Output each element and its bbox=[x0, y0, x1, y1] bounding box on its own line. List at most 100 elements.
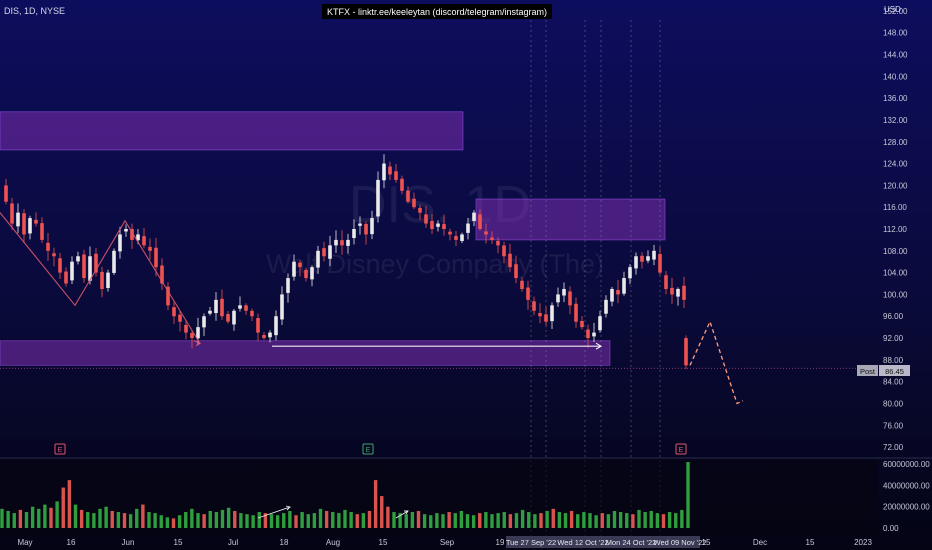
candle-body[interactable] bbox=[562, 288, 566, 296]
candle-body[interactable] bbox=[628, 267, 632, 279]
candle-body[interactable] bbox=[226, 314, 230, 322]
candle-body[interactable] bbox=[172, 307, 176, 317]
candle-body[interactable] bbox=[244, 305, 248, 311]
candle-body[interactable] bbox=[424, 214, 428, 224]
candle-body[interactable] bbox=[502, 245, 506, 257]
candle-body[interactable] bbox=[418, 207, 422, 213]
candle-body[interactable] bbox=[142, 236, 146, 246]
candle-body[interactable] bbox=[10, 203, 14, 224]
candle-body[interactable] bbox=[520, 280, 524, 289]
candle-body[interactable] bbox=[544, 314, 548, 322]
candle-body[interactable] bbox=[40, 223, 44, 240]
candle-body[interactable] bbox=[550, 305, 554, 322]
candle-body[interactable] bbox=[52, 253, 56, 257]
candle-body[interactable] bbox=[586, 329, 590, 339]
candle-body[interactable] bbox=[238, 305, 242, 309]
candle-body[interactable] bbox=[232, 310, 236, 325]
candle-body[interactable] bbox=[262, 334, 266, 339]
candle-body[interactable] bbox=[340, 240, 344, 246]
candle-body[interactable] bbox=[220, 298, 224, 317]
candle-body[interactable] bbox=[652, 250, 656, 260]
candle-body[interactable] bbox=[334, 239, 338, 246]
candle-body[interactable] bbox=[352, 229, 356, 239]
candle-body[interactable] bbox=[640, 255, 644, 262]
candle-body[interactable] bbox=[370, 218, 374, 235]
symbol-info[interactable]: DIS, 1D, NYSE bbox=[4, 6, 65, 16]
candle-body[interactable] bbox=[634, 256, 638, 269]
candle-body[interactable] bbox=[574, 303, 578, 322]
candle-body[interactable] bbox=[478, 214, 482, 229]
stock-chart[interactable]: DIS, 1D Walt Disney Company (The) E E E152… bbox=[0, 0, 932, 550]
candle-body[interactable] bbox=[514, 264, 518, 279]
candle-body[interactable] bbox=[526, 287, 530, 300]
candle-body[interactable] bbox=[184, 324, 188, 333]
candle-body[interactable] bbox=[286, 278, 290, 293]
candle-body[interactable] bbox=[376, 179, 380, 217]
candle-body[interactable] bbox=[16, 212, 20, 227]
candle-body[interactable] bbox=[280, 294, 284, 320]
candle-body[interactable] bbox=[382, 163, 386, 181]
candle-body[interactable] bbox=[670, 287, 674, 295]
candle-body[interactable] bbox=[274, 316, 278, 336]
candle-body[interactable] bbox=[202, 316, 206, 328]
candle-body[interactable] bbox=[664, 275, 668, 289]
candle-body[interactable] bbox=[106, 272, 110, 288]
candle-body[interactable] bbox=[34, 219, 38, 224]
candle-body[interactable] bbox=[400, 178, 404, 191]
candle-body[interactable] bbox=[682, 285, 686, 300]
candle-body[interactable] bbox=[412, 198, 416, 208]
candle-body[interactable] bbox=[448, 231, 452, 235]
candle-body[interactable] bbox=[58, 258, 62, 273]
candle-body[interactable] bbox=[328, 245, 332, 259]
candle-body[interactable] bbox=[316, 250, 320, 268]
candle-body[interactable] bbox=[472, 212, 476, 221]
candle-body[interactable] bbox=[646, 256, 650, 261]
candle-body[interactable] bbox=[256, 318, 260, 333]
candle-body[interactable] bbox=[208, 310, 212, 314]
candle-body[interactable] bbox=[310, 267, 314, 280]
candle-body[interactable] bbox=[292, 261, 296, 277]
candle-body[interactable] bbox=[490, 237, 494, 240]
candle-body[interactable] bbox=[460, 234, 464, 242]
candle-body[interactable] bbox=[394, 171, 398, 180]
candle-body[interactable] bbox=[82, 254, 86, 279]
candle-body[interactable] bbox=[598, 316, 602, 331]
candle-body[interactable] bbox=[466, 223, 470, 233]
candle-body[interactable] bbox=[4, 185, 8, 202]
candle-body[interactable] bbox=[358, 223, 362, 226]
candle-body[interactable] bbox=[64, 271, 68, 284]
candle-body[interactable] bbox=[100, 271, 104, 289]
candle-body[interactable] bbox=[568, 291, 572, 306]
candle-body[interactable] bbox=[610, 288, 614, 302]
candle-body[interactable] bbox=[658, 254, 662, 273]
candle-body[interactable] bbox=[112, 250, 116, 273]
candle-body[interactable] bbox=[70, 261, 74, 281]
candle-body[interactable] bbox=[580, 320, 584, 328]
candle-body[interactable] bbox=[250, 310, 254, 317]
candle-body[interactable] bbox=[430, 220, 434, 229]
candle-body[interactable] bbox=[28, 218, 32, 234]
candle-body[interactable] bbox=[454, 236, 458, 240]
candle-body[interactable] bbox=[196, 327, 200, 339]
candle-body[interactable] bbox=[76, 256, 80, 262]
candle-body[interactable] bbox=[268, 332, 272, 338]
candle-body[interactable] bbox=[484, 231, 488, 235]
candle-body[interactable] bbox=[322, 248, 326, 257]
candle-body[interactable] bbox=[190, 332, 194, 339]
candle-body[interactable] bbox=[442, 224, 446, 229]
candle-body[interactable] bbox=[388, 166, 392, 175]
candle-body[interactable] bbox=[22, 213, 26, 235]
candle-body[interactable] bbox=[496, 240, 500, 246]
candle-body[interactable] bbox=[556, 294, 560, 303]
candle-body[interactable] bbox=[46, 242, 50, 251]
candle-body[interactable] bbox=[532, 301, 536, 311]
candle-body[interactable] bbox=[436, 223, 440, 227]
candle-body[interactable] bbox=[364, 223, 368, 235]
candle-body[interactable] bbox=[154, 247, 158, 268]
candle-body[interactable] bbox=[538, 313, 542, 317]
candle-body[interactable] bbox=[304, 269, 308, 279]
candle-body[interactable] bbox=[124, 229, 128, 232]
candle-body[interactable] bbox=[346, 239, 350, 246]
candle-body[interactable] bbox=[616, 289, 620, 295]
candle-body[interactable] bbox=[676, 288, 680, 297]
